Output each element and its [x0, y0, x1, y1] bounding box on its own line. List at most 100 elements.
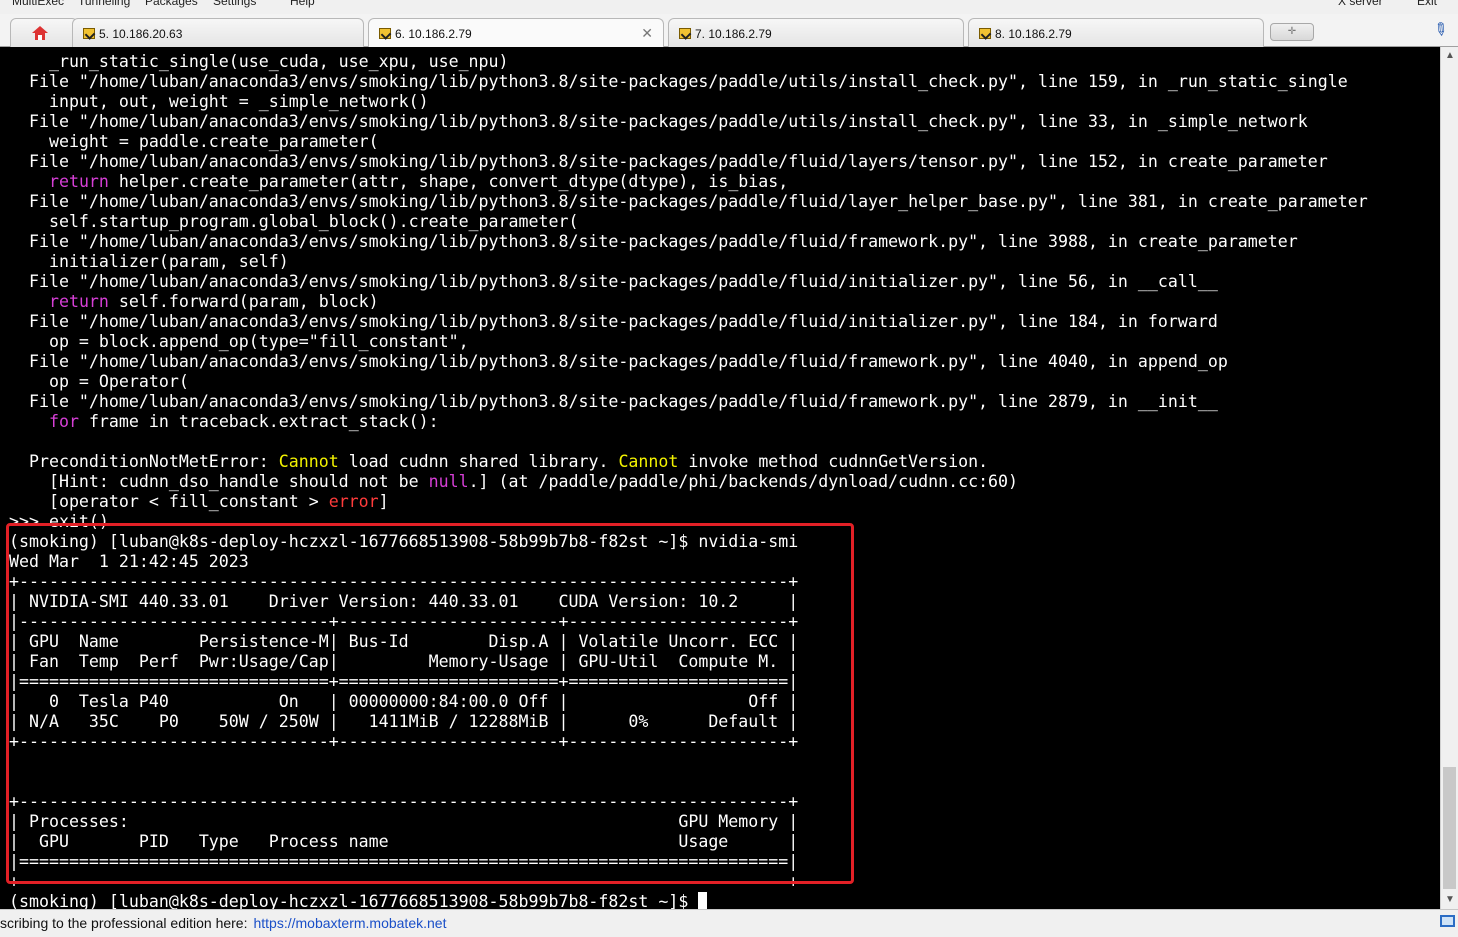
terminal-text: [operator < fill_constant >: [9, 492, 329, 511]
terminal-line: Wed Mar 1 21:42:45 2023: [9, 552, 1368, 572]
session-tab-bar: 5. 10.186.20.63 6. 10.186.2.79 ✕ 7. 10.1…: [0, 14, 1458, 48]
terminal-text: | Fan Temp Perf Pwr:Usage/Cap| Memory-Us…: [9, 652, 799, 671]
terminal-line: weight = paddle.create_parameter(: [9, 132, 1368, 152]
terminal-line: initializer(param, self): [9, 252, 1368, 272]
menu-item-tunneling[interactable]: Tunneling: [78, 0, 130, 8]
terminal-text: >>> exit(): [9, 512, 109, 531]
monitor-icon[interactable]: [1440, 915, 1455, 927]
terminal-text: _run_static_single(use_cuda, use_xpu, us…: [9, 52, 509, 71]
terminal-line: File "/home/luban/anaconda3/envs/smoking…: [9, 352, 1368, 372]
status-message: scribing to the professional edition her…: [0, 915, 446, 931]
terminal-text: | NVIDIA-SMI 440.33.01 Driver Version: 4…: [9, 592, 799, 611]
terminal-text: |-------------------------------+-------…: [9, 612, 799, 631]
ssh-session-icon: [83, 28, 95, 39]
terminal-text: (smoking) [luban@k8s-deploy-hczxzl-16776…: [9, 892, 699, 909]
terminal-text: PreconditionNotMetError:: [9, 452, 279, 471]
terminal-text: self.startup_program.global_block().crea…: [9, 212, 579, 231]
menu-item-multiexec[interactable]: MultiExec: [12, 0, 64, 8]
terminal-text: File "/home/luban/anaconda3/envs/smoking…: [9, 152, 1328, 171]
terminal-text: helper.create_parameter(attr, shape, con…: [108, 172, 789, 191]
terminal-text: load cudnn shared library.: [338, 452, 619, 471]
terminal-line: | 0 Tesla P40 On | 00000000:84:00.0 Off …: [9, 692, 1368, 712]
terminal-line: File "/home/luban/anaconda3/envs/smoking…: [9, 312, 1368, 332]
terminal-line: return self.forward(param, block): [9, 292, 1368, 312]
tab-label: 5. 10.186.20.63: [99, 27, 183, 41]
terminal-text: Wed Mar 1 21:42:45 2023: [9, 552, 249, 571]
menu-item-packages[interactable]: Packages: [145, 0, 198, 8]
tab-session-7[interactable]: 7. 10.186.2.79: [668, 18, 964, 47]
terminal-text: |=======================================…: [9, 852, 799, 871]
terminal-line: +---------------------------------------…: [9, 872, 1368, 892]
terminal-text: return: [48, 172, 109, 191]
terminal-cursor: [698, 892, 708, 909]
new-tab-button[interactable]: ✛: [1270, 23, 1314, 41]
status-bar: scribing to the professional edition her…: [0, 909, 1458, 937]
tab-label: 8. 10.186.2.79: [995, 27, 1072, 41]
menu-item-help[interactable]: Help: [290, 0, 315, 8]
terminal-text: File "/home/luban/anaconda3/envs/smoking…: [9, 392, 1218, 411]
tab-label: 6. 10.186.2.79: [395, 27, 472, 41]
terminal-line: File "/home/luban/anaconda3/envs/smoking…: [9, 192, 1368, 212]
terminal-text: error: [328, 492, 379, 511]
terminal-text: Cannot: [618, 452, 679, 471]
terminal-line: self.startup_program.global_block().crea…: [9, 212, 1368, 232]
home-icon: [32, 26, 48, 40]
terminal-text: File "/home/luban/anaconda3/envs/smoking…: [9, 192, 1368, 211]
menu-item-x-server[interactable]: X server: [1338, 0, 1383, 8]
ssh-session-icon: [979, 28, 991, 39]
terminal-line: |-------------------------------+-------…: [9, 612, 1368, 632]
terminal-line: | Processes: GPU Memory |: [9, 812, 1368, 832]
tab-session-5[interactable]: 5. 10.186.20.63: [72, 18, 364, 47]
terminal-scrollbar[interactable]: ▲ ▼: [1440, 47, 1458, 909]
scrollbar-thumb[interactable]: [1443, 767, 1456, 889]
terminal-line: (smoking) [luban@k8s-deploy-hczxzl-16776…: [9, 532, 1368, 552]
terminal-text: +-------------------------------+-------…: [9, 732, 799, 751]
home-tab[interactable]: [10, 18, 78, 47]
terminal-line: +---------------------------------------…: [9, 572, 1368, 592]
terminal-line: | NVIDIA-SMI 440.33.01 Driver Version: 4…: [9, 592, 1368, 612]
tab-session-8[interactable]: 8. 10.186.2.79: [968, 18, 1264, 47]
terminal-line: >>> exit(): [9, 512, 1368, 532]
terminal-line: | N/A 35C P0 50W / 250W | 1411MiB / 1228…: [9, 712, 1368, 732]
tab-session-6[interactable]: 6. 10.186.2.79 ✕: [368, 18, 664, 48]
terminal-text: File "/home/luban/anaconda3/envs/smoking…: [9, 352, 1228, 371]
terminal-line: |===============================+=======…: [9, 672, 1368, 692]
terminal-text: +---------------------------------------…: [9, 572, 799, 591]
terminal-text: invoke method cudnnGetVersion.: [678, 452, 989, 471]
close-tab-icon[interactable]: ✕: [641, 25, 653, 42]
paperclip-icon[interactable]: ✎: [1428, 18, 1452, 42]
terminal-text: op = block.append_op(type="fill_constant…: [9, 332, 469, 351]
terminal-text: +---------------------------------------…: [9, 872, 799, 891]
terminal-text: [Hint: cudnn_dso_handle should not be: [9, 472, 429, 491]
terminal-line: (smoking) [luban@k8s-deploy-hczxzl-16776…: [9, 892, 1368, 909]
terminal-text: Cannot: [278, 452, 339, 471]
terminal-text: File "/home/luban/anaconda3/envs/smoking…: [9, 312, 1218, 331]
terminal-line: |=======================================…: [9, 852, 1368, 872]
terminal-text: (smoking) [luban@k8s-deploy-hczxzl-16776…: [9, 532, 799, 551]
terminal-line: +-------------------------------+-------…: [9, 732, 1368, 752]
scroll-up-icon[interactable]: ▲: [1441, 47, 1458, 65]
terminal-output[interactable]: _run_static_single(use_cuda, use_xpu, us…: [6, 47, 1440, 909]
terminal-line: File "/home/luban/anaconda3/envs/smoking…: [9, 272, 1368, 292]
terminal-text: input, out, weight = _simple_network(): [9, 92, 429, 111]
terminal-text: op = Operator(: [9, 372, 189, 391]
terminal-line: +---------------------------------------…: [9, 792, 1368, 812]
terminal-text: | Processes: GPU Memory |: [9, 812, 799, 831]
terminal-line: [operator < fill_constant > error]: [9, 492, 1368, 512]
terminal-text: |===============================+=======…: [9, 672, 799, 691]
menu-item-settings[interactable]: Settings: [213, 0, 256, 8]
terminal-line: File "/home/luban/anaconda3/envs/smoking…: [9, 112, 1368, 132]
scroll-down-icon[interactable]: ▼: [1441, 891, 1458, 909]
terminal-text: for: [48, 412, 79, 431]
terminal-text: +---------------------------------------…: [9, 792, 799, 811]
terminal-text: .] (at /paddle/paddle/phi/backends/dynlo…: [468, 472, 1019, 491]
pro-edition-link[interactable]: https://mobaxterm.mobatek.net: [253, 915, 446, 931]
terminal-text: initializer(param, self): [9, 252, 289, 271]
terminal-line: File "/home/luban/anaconda3/envs/smoking…: [9, 232, 1368, 252]
terminal-line: | Fan Temp Perf Pwr:Usage/Cap| Memory-Us…: [9, 652, 1368, 672]
menu-item-exit[interactable]: Exit: [1417, 0, 1437, 8]
terminal-text: File "/home/luban/anaconda3/envs/smoking…: [9, 72, 1348, 91]
